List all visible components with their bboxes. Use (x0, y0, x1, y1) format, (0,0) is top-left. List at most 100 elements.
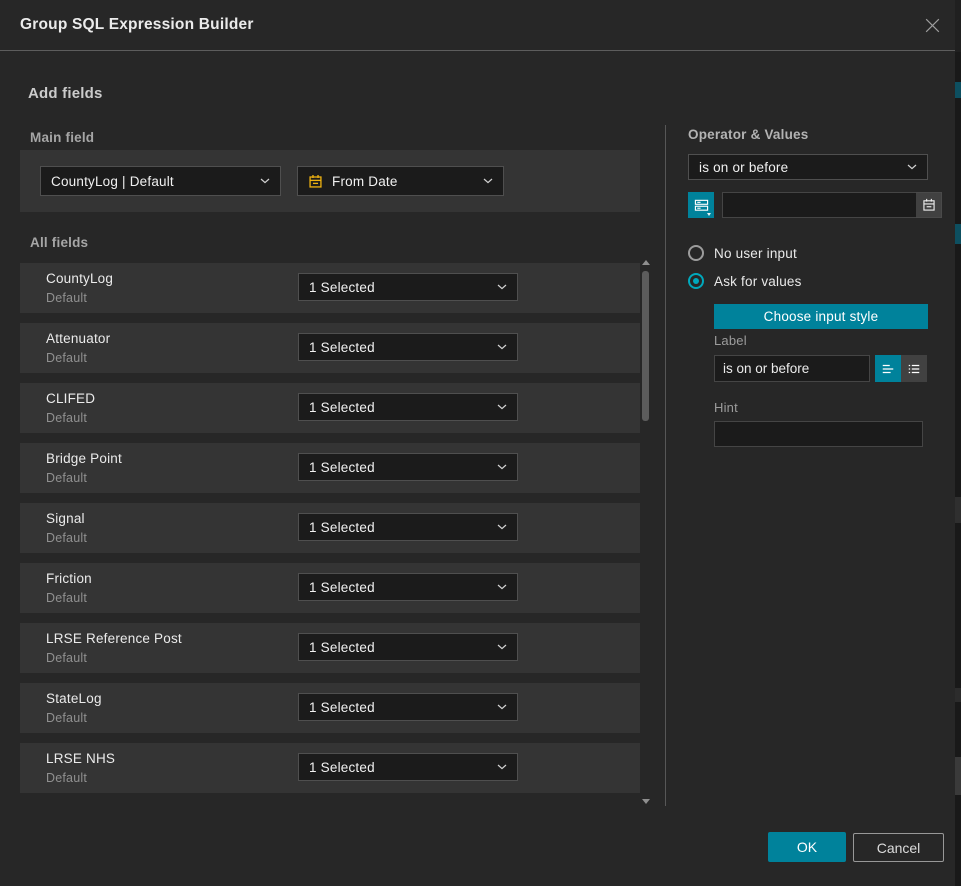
radio-circle-unchecked (688, 245, 704, 261)
field-selection-value: 1 Selected (309, 640, 375, 655)
caret-down-icon (707, 213, 711, 216)
dialog-titlebar: Group SQL Expression Builder (0, 0, 955, 51)
field-name: Attenuator (46, 331, 110, 346)
field-sublabel: Default (46, 411, 87, 425)
field-row: Bridge Point Default 1 Selected (20, 443, 640, 493)
app-background-edge (955, 0, 961, 52)
main-field-panel: CountyLog | Default From Date (20, 150, 640, 212)
cancel-button[interactable]: Cancel (853, 833, 944, 862)
column-divider (665, 125, 666, 806)
field-name: CountyLog (46, 271, 113, 286)
scrollbar-down-arrow[interactable] (642, 799, 650, 804)
field-row: Attenuator Default 1 Selected (20, 323, 640, 373)
field-selection-dropdown[interactable]: 1 Selected (298, 333, 518, 361)
group-sql-expression-builder-dialog: Group SQL Expression Builder Add fields … (0, 0, 955, 886)
scrollbar-up-arrow[interactable] (642, 260, 650, 265)
list-icon (907, 362, 921, 376)
field-sublabel: Default (46, 351, 87, 365)
field-name: Friction (46, 571, 92, 586)
field-selection-dropdown[interactable]: 1 Selected (298, 573, 518, 601)
field-selection-value: 1 Selected (309, 460, 375, 475)
field-name: StateLog (46, 691, 102, 706)
field-selection-dropdown[interactable]: 1 Selected (298, 633, 518, 661)
field-name: Bridge Point (46, 451, 122, 466)
field-name: CLIFED (46, 391, 95, 406)
chevron-down-icon (497, 344, 507, 350)
field-sublabel: Default (46, 771, 87, 785)
radio-circle-checked (688, 273, 704, 289)
label-input[interactable] (714, 355, 870, 382)
chevron-down-icon (497, 764, 507, 770)
field-row: LRSE NHS Default 1 Selected (20, 743, 640, 793)
app-background-edge (955, 688, 961, 702)
field-selection-dropdown[interactable]: 1 Selected (298, 453, 518, 481)
list-style-button[interactable] (901, 355, 927, 382)
close-icon[interactable] (923, 16, 942, 35)
field-sublabel: Default (46, 711, 87, 725)
app-background-edge (955, 757, 961, 795)
field-sublabel: Default (46, 651, 87, 665)
radio-label: No user input (714, 246, 797, 261)
field-selection-value: 1 Selected (309, 280, 375, 295)
stacked-inputs-icon (694, 198, 709, 213)
radio-ask-for-values[interactable]: Ask for values (688, 273, 802, 289)
field-selection-value: 1 Selected (309, 520, 375, 535)
field-selection-value: 1 Selected (309, 580, 375, 595)
fields-scrollbar[interactable] (641, 258, 650, 806)
scrollbar-thumb[interactable] (642, 271, 649, 421)
main-field-field-dropdown[interactable]: From Date (297, 166, 504, 196)
value-input[interactable] (722, 192, 916, 218)
field-selection-dropdown[interactable]: 1 Selected (298, 273, 518, 301)
field-selection-value: 1 Selected (309, 400, 375, 415)
chevron-down-icon (497, 704, 507, 710)
chevron-down-icon (497, 584, 507, 590)
chevron-down-icon (497, 404, 507, 410)
add-fields-heading: Add fields (28, 85, 103, 102)
app-background-edge (955, 82, 961, 98)
field-row: Signal Default 1 Selected (20, 503, 640, 553)
dialog-title: Group SQL Expression Builder (20, 16, 254, 34)
hint-field-label: Hint (714, 400, 738, 415)
ok-button[interactable]: OK (768, 832, 846, 862)
field-name: LRSE Reference Post (46, 631, 182, 646)
radio-no-user-input[interactable]: No user input (688, 245, 797, 261)
radio-label: Ask for values (714, 274, 802, 289)
main-field-field-value: From Date (332, 174, 398, 189)
operator-values-heading: Operator & Values (688, 127, 808, 142)
label-field-label: Label (714, 333, 747, 348)
date-picker-button[interactable] (916, 192, 942, 218)
app-background-edge (955, 497, 961, 523)
chevron-down-icon (483, 178, 493, 184)
chevron-down-icon (497, 644, 507, 650)
field-sublabel: Default (46, 291, 87, 305)
align-left-icon (881, 362, 895, 376)
calendar-icon (308, 174, 323, 189)
field-sublabel: Default (46, 471, 87, 485)
hint-input[interactable] (714, 421, 923, 447)
field-row: CountyLog Default 1 Selected (20, 263, 640, 313)
field-selection-dropdown[interactable]: 1 Selected (298, 513, 518, 541)
field-selection-dropdown[interactable]: 1 Selected (298, 693, 518, 721)
main-field-layer-dropdown[interactable]: CountyLog | Default (40, 166, 281, 196)
chevron-down-icon (497, 284, 507, 290)
operator-dropdown[interactable]: is on or before (688, 154, 928, 180)
field-selection-value: 1 Selected (309, 760, 375, 775)
field-sublabel: Default (46, 531, 87, 545)
label-input-row (714, 355, 928, 382)
label-style-toggle (875, 355, 927, 382)
field-row: Friction Default 1 Selected (20, 563, 640, 613)
single-line-style-button[interactable] (875, 355, 901, 382)
field-row: LRSE Reference Post Default 1 Selected (20, 623, 640, 673)
field-name: Signal (46, 511, 85, 526)
main-field-label: Main field (30, 130, 94, 145)
choose-input-style-button[interactable]: Choose input style (714, 304, 928, 329)
field-selection-value: 1 Selected (309, 340, 375, 355)
field-row: CLIFED Default 1 Selected (20, 383, 640, 433)
all-fields-list: CountyLog Default 1 Selected Attenuator … (20, 263, 640, 803)
input-type-button[interactable] (688, 192, 714, 218)
field-selection-dropdown[interactable]: 1 Selected (298, 753, 518, 781)
field-name: LRSE NHS (46, 751, 115, 766)
operator-value: is on or before (699, 160, 788, 175)
field-sublabel: Default (46, 591, 87, 605)
field-selection-dropdown[interactable]: 1 Selected (298, 393, 518, 421)
